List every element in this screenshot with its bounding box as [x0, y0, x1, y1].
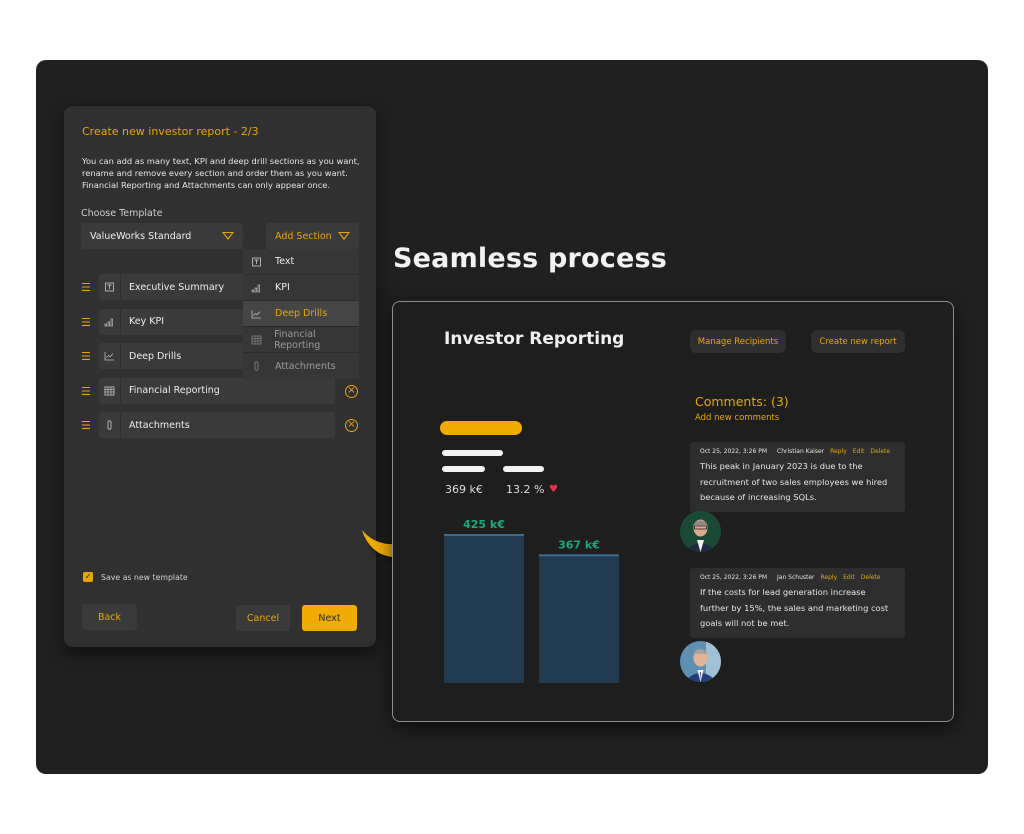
- investor-reporting-card: Investor Reporting Manage Recipients Cre…: [392, 301, 954, 722]
- reply-link[interactable]: Reply: [821, 574, 838, 581]
- chevron-down-icon: [222, 232, 234, 240]
- section-item[interactable]: Attachments: [99, 412, 335, 438]
- edit-link[interactable]: Edit: [843, 574, 855, 581]
- text-icon: [251, 257, 265, 267]
- delete-link[interactable]: Delete: [861, 574, 881, 581]
- add-section-select[interactable]: Add Section: [266, 223, 359, 249]
- comment-card: Oct 25, 2022, 3:26 PM Christian Kaiser R…: [690, 442, 905, 512]
- comment-text: If the costs for lead generation increas…: [700, 587, 889, 628]
- report-title: Investor Reporting: [444, 329, 625, 349]
- avatar: [680, 641, 721, 682]
- section-name: Key KPI: [129, 316, 165, 327]
- cancel-button[interactable]: Cancel: [236, 605, 290, 631]
- dropdown-item-label: Text: [275, 256, 295, 267]
- comment-author: Christian Kaiser: [777, 448, 825, 455]
- template-label: Choose Template: [81, 208, 163, 219]
- bar-chart: 425 k€ 367 k€: [444, 518, 619, 683]
- drag-handle-icon[interactable]: ☰: [81, 316, 91, 329]
- save-template-checkbox[interactable]: ✓: [83, 572, 93, 582]
- section-row: ☰ Financial Reporting ×: [81, 377, 371, 413]
- table-icon: [99, 377, 121, 404]
- section-name: Executive Summary: [129, 281, 225, 293]
- reply-link[interactable]: Reply: [830, 448, 847, 455]
- section-row: ☰ Attachments ×: [81, 412, 371, 447]
- edit-link[interactable]: Edit: [853, 448, 865, 455]
- create-report-button[interactable]: Create new report: [811, 330, 905, 353]
- text-placeholder: [442, 466, 485, 472]
- dropdown-item-deep-drills[interactable]: Deep Drills: [243, 301, 359, 327]
- save-template-row: ✓ Save as new template: [83, 572, 188, 582]
- text-icon: [99, 274, 121, 300]
- drag-handle-icon[interactable]: ☰: [81, 385, 91, 398]
- text-placeholder: [442, 450, 503, 456]
- text-placeholder: [503, 466, 544, 472]
- add-section-label: Add Section: [275, 230, 332, 242]
- bar-top-edge: [539, 554, 619, 557]
- kpi-icon: [251, 283, 265, 293]
- template-select-value: ValueWorks Standard: [90, 230, 192, 242]
- paperclip-icon: [99, 412, 121, 438]
- section-name: Financial Reporting: [129, 385, 220, 396]
- remove-section-icon[interactable]: ×: [345, 419, 358, 432]
- dropdown-item-attachments: Attachments: [243, 353, 359, 379]
- save-template-label: Save as new template: [101, 572, 188, 582]
- section-name: Deep Drills: [129, 350, 182, 362]
- drag-handle-icon[interactable]: ☰: [81, 420, 91, 432]
- dropdown-item-label: Financial Reporting: [274, 328, 321, 351]
- bar-value-label: 367 k€: [558, 538, 600, 551]
- dropdown-item-label: Deep Drills: [275, 308, 328, 319]
- kpi-change: 13.2 %: [506, 483, 545, 496]
- headline: Seamless process: [393, 243, 668, 274]
- kpi-title-placeholder: [440, 421, 522, 435]
- trend-icon: [251, 309, 265, 319]
- drag-handle-icon[interactable]: ☰: [81, 351, 91, 363]
- heart-icon: ♥: [549, 484, 558, 495]
- wizard-description: You can add as many text, KPI and deep d…: [82, 156, 360, 190]
- add-section-dropdown: Text KPI Deep Drills Financial Reporting…: [243, 249, 359, 379]
- bar-A: [444, 534, 524, 683]
- comment-date: Oct 25, 2022, 3:26 PM: [700, 574, 767, 581]
- kpi-icon: [99, 308, 121, 335]
- comment-date: Oct 25, 2022, 3:26 PM: [700, 448, 767, 455]
- bar-B: [539, 554, 619, 683]
- comment-author: Jan Schuster: [777, 574, 815, 581]
- comment-meta: Oct 25, 2022, 3:26 PM Christian Kaiser R…: [700, 448, 895, 455]
- next-button[interactable]: Next: [302, 605, 357, 631]
- comment-meta: Oct 25, 2022, 3:26 PM Jan Schuster Reply…: [700, 574, 895, 581]
- comment-card: Oct 25, 2022, 3:26 PM Jan Schuster Reply…: [690, 568, 905, 638]
- bar-value-label: 425 k€: [463, 518, 505, 531]
- delete-link[interactable]: Delete: [870, 448, 890, 455]
- table-icon: [251, 335, 264, 345]
- section-item[interactable]: Financial Reporting: [99, 377, 335, 404]
- comment-text: This peak in January 2023 is due to the …: [700, 461, 888, 502]
- trend-icon: [99, 343, 121, 369]
- chevron-down-icon: [338, 232, 350, 240]
- back-button[interactable]: Back: [82, 604, 137, 630]
- paperclip-icon: [251, 361, 265, 371]
- avatar: [680, 511, 721, 552]
- dropdown-item-label: Attachments: [275, 360, 336, 372]
- dropdown-item-text[interactable]: Text: [243, 249, 359, 275]
- drag-handle-icon[interactable]: ☰: [81, 282, 91, 294]
- kpi-value: 369 k€: [445, 483, 483, 496]
- manage-recipients-button[interactable]: Manage Recipients: [690, 330, 786, 353]
- dropdown-item-label: KPI: [275, 282, 290, 293]
- section-name: Attachments: [129, 419, 190, 431]
- bar-top-edge: [444, 534, 524, 536]
- dropdown-item-financial-reporting: Financial Reporting: [243, 327, 359, 353]
- template-select[interactable]: ValueWorks Standard: [81, 223, 243, 249]
- remove-section-icon[interactable]: ×: [345, 384, 358, 398]
- comments-title: Comments: (3): [695, 394, 789, 409]
- wizard-title: Create new investor report - 2/3: [82, 125, 259, 138]
- add-comment-link[interactable]: Add new comments: [695, 413, 779, 423]
- dropdown-item-kpi[interactable]: KPI: [243, 275, 359, 301]
